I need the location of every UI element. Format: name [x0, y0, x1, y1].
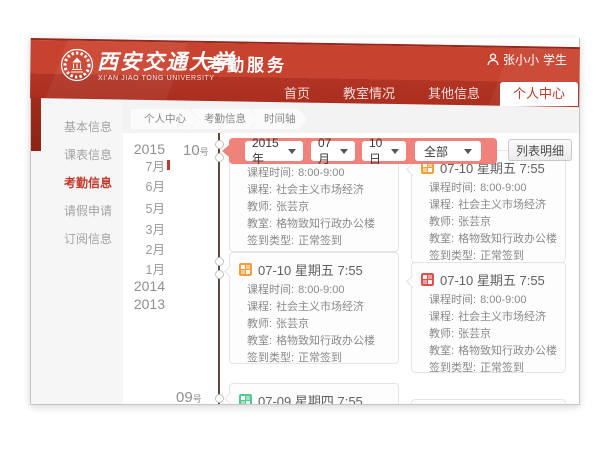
list-detail-button[interactable]: 列表明细	[508, 139, 572, 161]
attendance-card[interactable]: 07-09 星期四 7:55	[229, 383, 399, 404]
chevron-down-icon	[288, 149, 296, 154]
card-date: 07-10 星期五 7:55	[258, 260, 363, 279]
timeline-axis-line	[218, 133, 220, 404]
attendance-card[interactable]: 07-10 星期五 7:55 课程时间:8:00-9:00 课程:社会主义市场经…	[411, 262, 566, 373]
chevron-down-icon	[391, 149, 399, 154]
calendar-icon	[239, 263, 252, 276]
bubble-arrow	[222, 145, 229, 157]
breadcrumb-attendance-info[interactable]: 考勤信息	[191, 109, 258, 129]
tab-other-info[interactable]: 其他信息	[415, 82, 493, 106]
card-date: 07-10 星期五 7:55	[440, 270, 545, 289]
breadcrumb-timeline[interactable]: 时间轴	[251, 109, 308, 129]
ribbon-fold-tail	[31, 96, 41, 151]
user-role: 学生	[543, 51, 567, 68]
sidebar-item-subscription-info[interactable]: 订阅信息	[31, 225, 123, 253]
sidebar-item-leave-request[interactable]: 请假申请	[31, 197, 123, 225]
timeline-month-7[interactable]: 7月	[123, 156, 165, 175]
timeline-year-2015[interactable]: 2015	[123, 141, 165, 157]
top-nav: 首页 教室情况 其他信息 个人中心	[264, 82, 578, 106]
card-date: 07-09 星期四 7:55	[258, 391, 363, 404]
app-window: 西安交通大学 XI'AN JIAO TONG UNIVERSITY 考勤服务 张…	[30, 38, 580, 405]
breadcrumb-personal-center[interactable]: 个人中心	[131, 109, 198, 129]
date-filter-bubble: 2015年 07月 10日 全部	[229, 138, 497, 164]
timeline-day-09[interactable]: 09号	[176, 389, 202, 404]
user-name: 张小小	[503, 51, 539, 68]
tab-classrooms[interactable]: 教室情况	[330, 82, 408, 106]
timeline-node[interactable]	[215, 394, 224, 403]
calendar-icon	[239, 394, 252, 404]
type-dropdown[interactable]: 全部	[415, 141, 481, 161]
chevron-down-icon	[464, 149, 472, 154]
sidebar-item-schedule-info[interactable]: 课表信息	[31, 141, 123, 169]
timeline-year-2013[interactable]: 2013	[123, 296, 165, 312]
ribbon-stripe	[43, 38, 189, 107]
attendance-card[interactable]: 07-10 星期五 7:55 课程时间:8:00-9:00 课程:社会主义市场经…	[229, 252, 399, 364]
timeline-node[interactable]	[215, 270, 224, 279]
attendance-card[interactable]: 07-10 星期五 7:55 课程时间:8:00-9:00 课程:社会主义市场经…	[411, 150, 566, 263]
month-dropdown[interactable]: 07月	[311, 141, 355, 161]
sidebar-item-basic-info[interactable]: 基本信息	[31, 113, 123, 141]
tab-personal-center[interactable]: 个人中心	[500, 82, 578, 106]
timeline-node[interactable]	[215, 257, 224, 266]
timeline-month-6[interactable]: 6月	[123, 176, 165, 195]
current-month-marker	[167, 160, 170, 170]
timeline-panel: 2015 7月 6月 5月 3月 2月 1月 2014 2013 10号 09号…	[123, 133, 579, 404]
timeline-month-3[interactable]: 3月	[123, 219, 165, 238]
breadcrumb: 个人中心 考勤信息 时间轴	[131, 109, 308, 129]
calendar-icon	[421, 273, 434, 286]
user-info[interactable]: 张小小 学生	[487, 51, 567, 68]
timeline-year-2014[interactable]: 2014	[123, 278, 165, 294]
timeline-month-2[interactable]: 2月	[123, 239, 165, 258]
year-dropdown[interactable]: 2015年	[245, 141, 303, 161]
chevron-down-icon	[340, 149, 348, 154]
tab-home[interactable]: 首页	[271, 82, 323, 106]
sidebar-item-attendance-info[interactable]: 考勤信息	[31, 169, 123, 197]
timeline-month-5[interactable]: 5月	[123, 198, 165, 217]
timeline-month-1[interactable]: 1月	[123, 259, 165, 278]
day-dropdown[interactable]: 10日	[362, 141, 406, 161]
attendance-card[interactable]	[411, 399, 566, 404]
timeline-day-10[interactable]: 10号	[183, 142, 209, 159]
user-icon	[487, 53, 499, 66]
sidebar: 基本信息 课表信息 考勤信息 请假申请 订阅信息	[31, 96, 123, 404]
